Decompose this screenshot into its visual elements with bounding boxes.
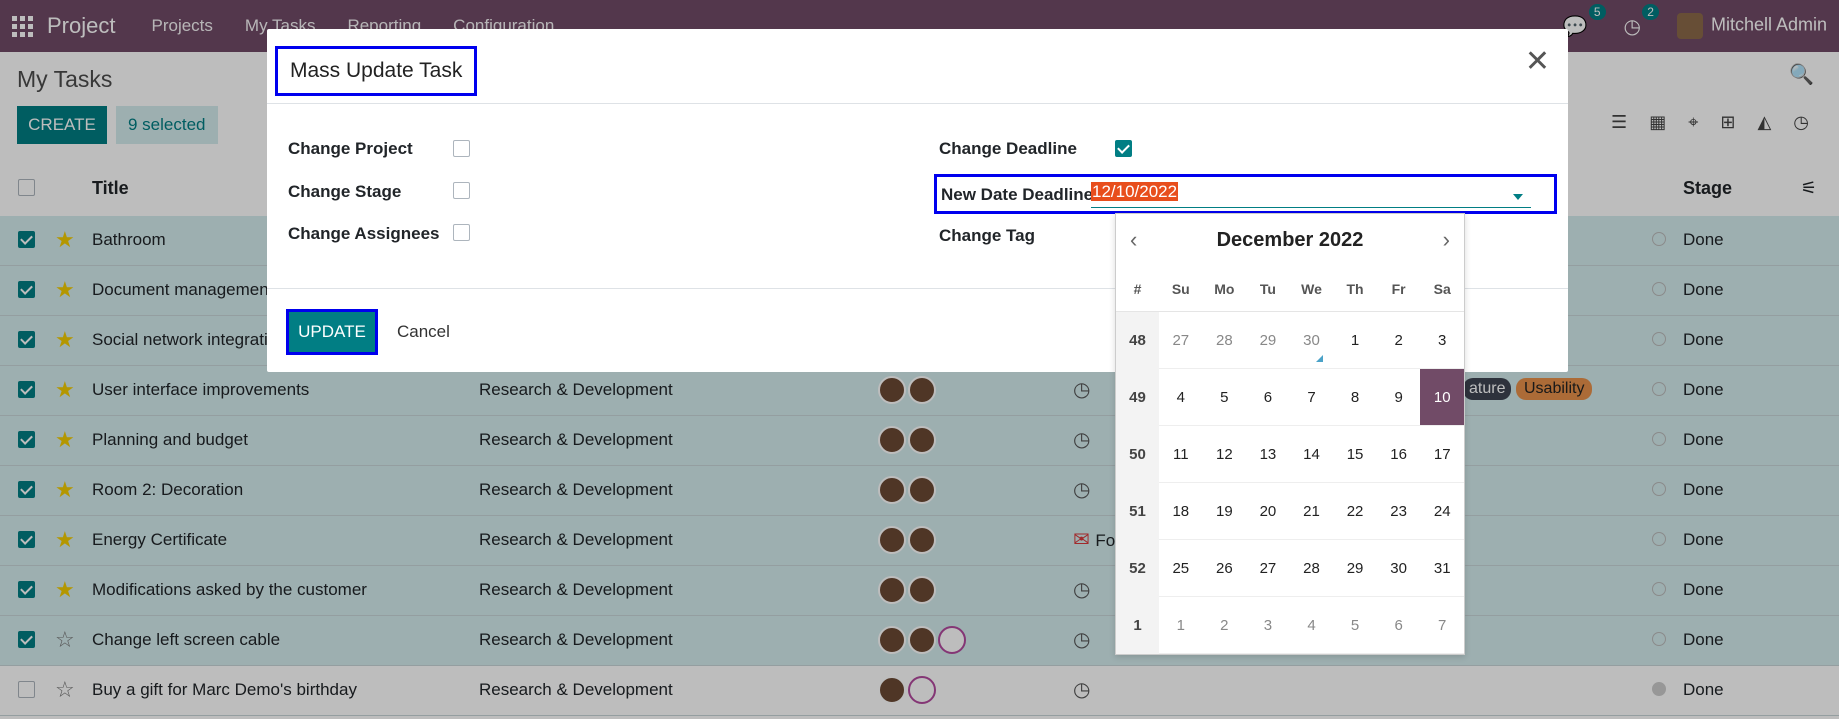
week-number: 1 <box>1116 597 1159 654</box>
datepicker-month[interactable]: December 2022 <box>1217 229 1364 252</box>
calendar-day[interactable]: 26 <box>1202 540 1247 597</box>
calendar-day[interactable]: 29 <box>1246 312 1290 369</box>
change-assignees-label: Change Assignees <box>288 224 440 243</box>
update-button[interactable]: UPDATE <box>286 309 378 355</box>
calendar-day[interactable]: 11 <box>1159 426 1203 483</box>
calendar-day[interactable]: 22 <box>1333 483 1377 540</box>
calendar-day[interactable]: 7 <box>1420 597 1464 654</box>
calendar-day[interactable]: 12 <box>1202 426 1247 483</box>
next-month-icon[interactable]: › <box>1443 227 1450 253</box>
datepicker-popup: ‹ December 2022 › # Su Mo Tu We Th Fr Sa… <box>1115 213 1465 655</box>
calendar-day[interactable]: 2 <box>1202 597 1247 654</box>
week-number: 50 <box>1116 426 1159 483</box>
week-number: 51 <box>1116 483 1159 540</box>
change-deadline-checkbox[interactable] <box>1115 140 1132 157</box>
calendar-day[interactable]: 31 <box>1420 540 1464 597</box>
calendar-day[interactable]: 27 <box>1159 312 1203 369</box>
change-tag-label: Change Tag <box>939 226 1036 245</box>
calendar-day[interactable]: 13 <box>1246 426 1290 483</box>
calendar-day-selected[interactable]: 10 <box>1420 369 1464 426</box>
calendar-day[interactable]: 19 <box>1202 483 1247 540</box>
calendar-day[interactable]: 6 <box>1376 597 1421 654</box>
calendar-day[interactable]: 9 <box>1376 369 1421 426</box>
calendar-day[interactable]: 3 <box>1420 312 1464 369</box>
week-number: 49 <box>1116 369 1159 426</box>
calendar-day[interactable]: 25 <box>1159 540 1203 597</box>
weekday-header: Sa <box>1420 266 1464 312</box>
calendar-day[interactable]: 30 <box>1376 540 1421 597</box>
calendar-day[interactable]: 1 <box>1333 312 1377 369</box>
calendar-day[interactable]: 2 <box>1376 312 1421 369</box>
week-number: 48 <box>1116 312 1159 369</box>
change-stage-checkbox[interactable] <box>453 182 470 199</box>
change-stage-label: Change Stage <box>288 182 402 201</box>
calendar-day[interactable]: 4 <box>1289 597 1334 654</box>
calendar-day[interactable]: 27 <box>1246 540 1290 597</box>
change-deadline-label: Change Deadline <box>939 139 1077 158</box>
calendar-day-today[interactable]: 30 <box>1289 312 1334 369</box>
week-number-header: # <box>1116 266 1159 312</box>
weekday-header: Mo <box>1202 266 1247 312</box>
calendar-day[interactable]: 28 <box>1202 312 1247 369</box>
calendar-day[interactable]: 7 <box>1289 369 1334 426</box>
calendar-day[interactable]: 5 <box>1333 597 1377 654</box>
calendar-day[interactable]: 14 <box>1289 426 1334 483</box>
calendar-day[interactable]: 23 <box>1376 483 1421 540</box>
calendar-day[interactable]: 17 <box>1420 426 1464 483</box>
weekday-header: Su <box>1159 266 1203 312</box>
calendar-day[interactable]: 29 <box>1333 540 1377 597</box>
calendar-day[interactable]: 3 <box>1246 597 1290 654</box>
calendar-day[interactable]: 5 <box>1202 369 1247 426</box>
calendar-day[interactable]: 15 <box>1333 426 1377 483</box>
date-deadline-value: 12/10/2022 <box>1091 182 1179 201</box>
week-number: 52 <box>1116 540 1159 597</box>
chevron-down-icon[interactable] <box>1513 194 1523 200</box>
calendar-day[interactable]: 24 <box>1420 483 1464 540</box>
calendar-day[interactable]: 4 <box>1159 369 1203 426</box>
calendar-day[interactable]: 6 <box>1246 369 1290 426</box>
change-project-checkbox[interactable] <box>453 140 470 157</box>
datepicker-grid: # Su Mo Tu We Th Fr Sa 48 27 28 29 30 1 … <box>1116 266 1464 654</box>
change-project-label: Change Project <box>288 139 413 158</box>
new-date-deadline-field: New Date Deadline 12/10/2022 <box>934 174 1557 214</box>
calendar-day[interactable]: 18 <box>1159 483 1203 540</box>
calendar-day[interactable]: 21 <box>1289 483 1334 540</box>
date-deadline-input[interactable]: 12/10/2022 <box>1091 182 1531 208</box>
weekday-header: Fr <box>1376 266 1421 312</box>
cancel-button[interactable]: Cancel <box>397 322 450 342</box>
weekday-header: We <box>1289 266 1334 312</box>
weekday-header: Th <box>1333 266 1377 312</box>
dialog-title: Mass Update Task <box>275 46 478 96</box>
close-icon[interactable]: ✕ <box>1525 47 1550 77</box>
weekday-header: Tu <box>1246 266 1290 312</box>
new-date-deadline-label: New Date Deadline <box>941 185 1094 204</box>
dialog-header: Mass Update Task ✕ <box>267 29 1568 104</box>
previous-month-icon[interactable]: ‹ <box>1130 227 1137 253</box>
calendar-day[interactable]: 20 <box>1246 483 1290 540</box>
calendar-day[interactable]: 28 <box>1289 540 1334 597</box>
change-assignees-checkbox[interactable] <box>453 224 470 241</box>
calendar-day[interactable]: 8 <box>1333 369 1377 426</box>
calendar-day[interactable]: 1 <box>1159 597 1203 654</box>
calendar-day[interactable]: 16 <box>1376 426 1421 483</box>
